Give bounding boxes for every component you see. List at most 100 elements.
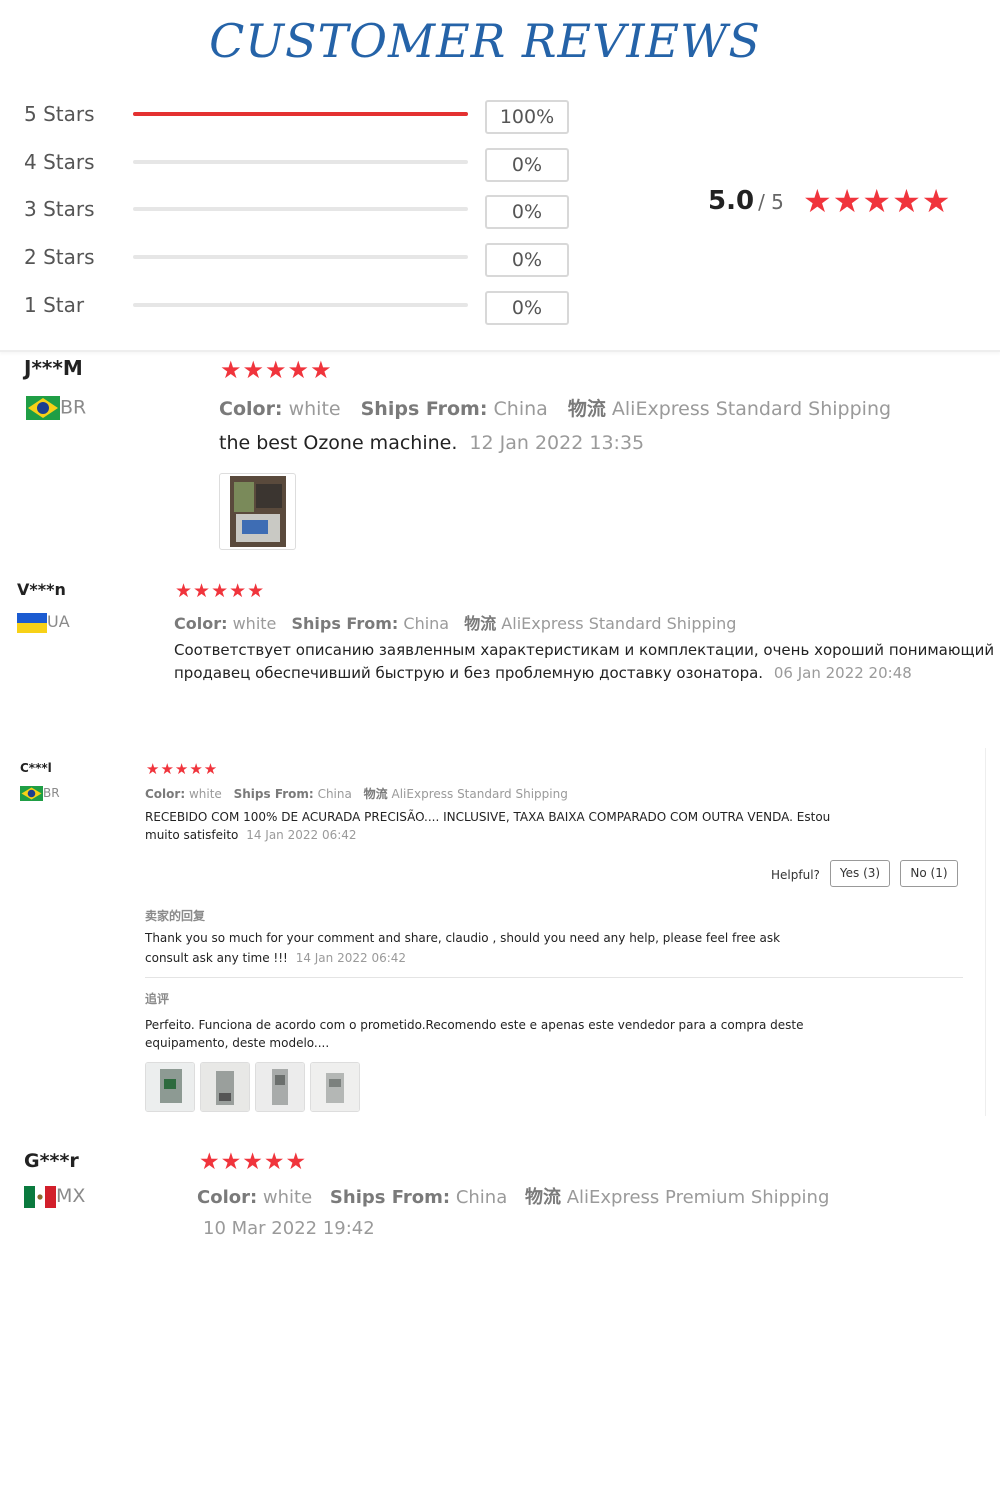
- rating-bar: [133, 303, 468, 307]
- ships-value: China: [455, 1187, 508, 1208]
- rating-row-1: 1 Star 0%: [24, 291, 584, 325]
- rating-row-label: 4 Stars: [24, 150, 95, 174]
- ships-value: China: [403, 614, 450, 633]
- review-body: продавец обеспечивший быструю и без проб…: [174, 664, 912, 682]
- rating-summary: 5 Stars 100% 4 Stars 0% 3 Stars 0% 2 Sta…: [0, 82, 1000, 352]
- logistics-label: 物流: [567, 398, 606, 420]
- rating-percent: 0%: [485, 243, 569, 277]
- review-date: 12 Jan 2022 13:35: [469, 432, 645, 454]
- divider: [985, 748, 986, 1116]
- country-code: BR: [60, 396, 87, 419]
- rating-bar: [133, 112, 468, 116]
- color-value: white: [188, 787, 222, 801]
- review-text: RECEBIDO COM 100% DE ACURADA PRECISÃO...…: [145, 810, 831, 824]
- followup-photo-image: [146, 1063, 194, 1111]
- review-stars-icon: ★★★★★: [199, 1149, 308, 1175]
- rating-bar: [133, 255, 468, 259]
- seller-reply-date: 14 Jan 2022 06:42: [295, 951, 407, 965]
- logistics-value: AliExpress Standard Shipping: [391, 787, 568, 801]
- ships-label: Ships From:: [291, 614, 399, 633]
- reviewer-country: BR: [20, 786, 60, 801]
- rating-percent: 0%: [485, 195, 569, 229]
- color-label: Color:: [145, 787, 186, 801]
- ships-label: Ships From:: [233, 787, 314, 801]
- brazil-flag-icon: [26, 396, 60, 420]
- review-text: muito satisfeito: [145, 828, 239, 842]
- rating-row-3: 3 Stars 0%: [24, 195, 584, 229]
- seller-reply-label: 卖家的回复: [145, 909, 206, 923]
- country-code: MX: [56, 1185, 86, 1207]
- color-label: Color:: [174, 614, 228, 633]
- average-score-max: / 5: [758, 190, 784, 214]
- followup-label: 追评: [145, 992, 170, 1006]
- review-stars-icon: ★★★★★: [175, 580, 266, 602]
- review-meta: Color: white Ships From: China 物流 AliExp…: [145, 785, 568, 802]
- average-score: 5.0/ 5: [708, 186, 784, 216]
- review-meta: Color: white Ships From: China 物流 AliExp…: [219, 394, 891, 421]
- seller-reply-text: Thank you so much for your comment and s…: [145, 931, 781, 945]
- color-label: Color:: [219, 398, 283, 420]
- followup-photo-image: [201, 1063, 249, 1111]
- rating-row-label: 2 Stars: [24, 245, 95, 269]
- color-label: Color:: [197, 1187, 258, 1208]
- reviewer-name: C***l: [20, 761, 52, 775]
- color-value: white: [262, 1187, 313, 1208]
- rating-percent: 100%: [485, 100, 569, 134]
- followup-text: equipamento, deste modelo....: [145, 1036, 330, 1050]
- rating-bar-fill: [133, 112, 468, 116]
- review-stars-icon: ★★★★★: [220, 356, 333, 384]
- rating-bar: [133, 207, 468, 211]
- followup-photo[interactable]: [310, 1062, 360, 1112]
- rating-bar: [133, 160, 468, 164]
- review-date: 14 Jan 2022 06:42: [246, 828, 357, 842]
- logistics-label: 物流: [464, 614, 497, 633]
- rating-row-2: 2 Stars 0%: [24, 243, 584, 277]
- ships-value: China: [317, 787, 352, 801]
- followup-photo-image: [311, 1063, 359, 1111]
- rating-row-4: 4 Stars 0%: [24, 148, 584, 182]
- followup-photo[interactable]: [200, 1062, 250, 1112]
- ships-value: China: [493, 398, 548, 420]
- review-meta: Color: white Ships From: China 物流 AliExp…: [197, 1183, 829, 1209]
- logistics-label: 物流: [524, 1187, 561, 1208]
- seller-reply-body: consult ask any time !!! 14 Jan 2022 06:…: [145, 951, 406, 965]
- average-score-value: 5.0: [708, 186, 755, 216]
- reviewer-name: V***n: [17, 580, 66, 599]
- followup-text: Perfeito. Funciona de acordo com o prome…: [145, 1018, 804, 1032]
- rating-row-5: 5 Stars 100%: [24, 100, 584, 134]
- review-body: muito satisfeito 14 Jan 2022 06:42: [145, 828, 357, 842]
- rating-row-label: 5 Stars: [24, 102, 95, 126]
- followup-photo[interactable]: [145, 1062, 195, 1112]
- rating-row-label: 3 Stars: [24, 197, 95, 221]
- rating-percent: 0%: [485, 148, 569, 182]
- country-code: BR: [43, 786, 60, 800]
- review-photo-image: [230, 476, 286, 547]
- review-photo[interactable]: [219, 473, 296, 550]
- reviewer-country: MX: [24, 1185, 85, 1208]
- logistics-label: 物流: [363, 787, 388, 801]
- review-date: 06 Jan 2022 20:48: [773, 664, 912, 682]
- brazil-flag-icon: [20, 786, 43, 801]
- ships-label: Ships From:: [360, 398, 488, 420]
- review-stars-icon: ★★★★★: [146, 760, 219, 778]
- followup-photo[interactable]: [255, 1062, 305, 1112]
- review-meta: Color: white Ships From: China 物流 AliExp…: [174, 610, 736, 634]
- rating-percent: 0%: [485, 291, 569, 325]
- reviewer-name: G***r: [24, 1150, 79, 1172]
- review-text: продавец обеспечивший быструю и без проб…: [174, 664, 764, 682]
- reviewer-country: BR: [26, 396, 86, 420]
- helpful-yes-button[interactable]: Yes (3): [830, 860, 890, 887]
- review-text: Соответствует описанию заявленным характ…: [174, 641, 995, 659]
- ships-label: Ships From:: [329, 1187, 451, 1208]
- review-body: the best Ozone machine. 12 Jan 2022 13:3…: [219, 432, 644, 454]
- logistics-value: AliExpress Premium Shipping: [566, 1187, 830, 1208]
- country-code: UA: [47, 612, 70, 631]
- helpful-no-button[interactable]: No (1): [900, 860, 958, 887]
- review-text: the best Ozone machine.: [219, 432, 458, 454]
- logistics-value: AliExpress Standard Shipping: [501, 614, 737, 633]
- reviewer-country: UA: [17, 612, 70, 633]
- review-date: 10 Mar 2022 19:42: [203, 1218, 375, 1239]
- helpful-label: Helpful?: [771, 868, 820, 882]
- average-stars-icon: ★★★★★: [803, 182, 952, 220]
- divider: [145, 977, 963, 978]
